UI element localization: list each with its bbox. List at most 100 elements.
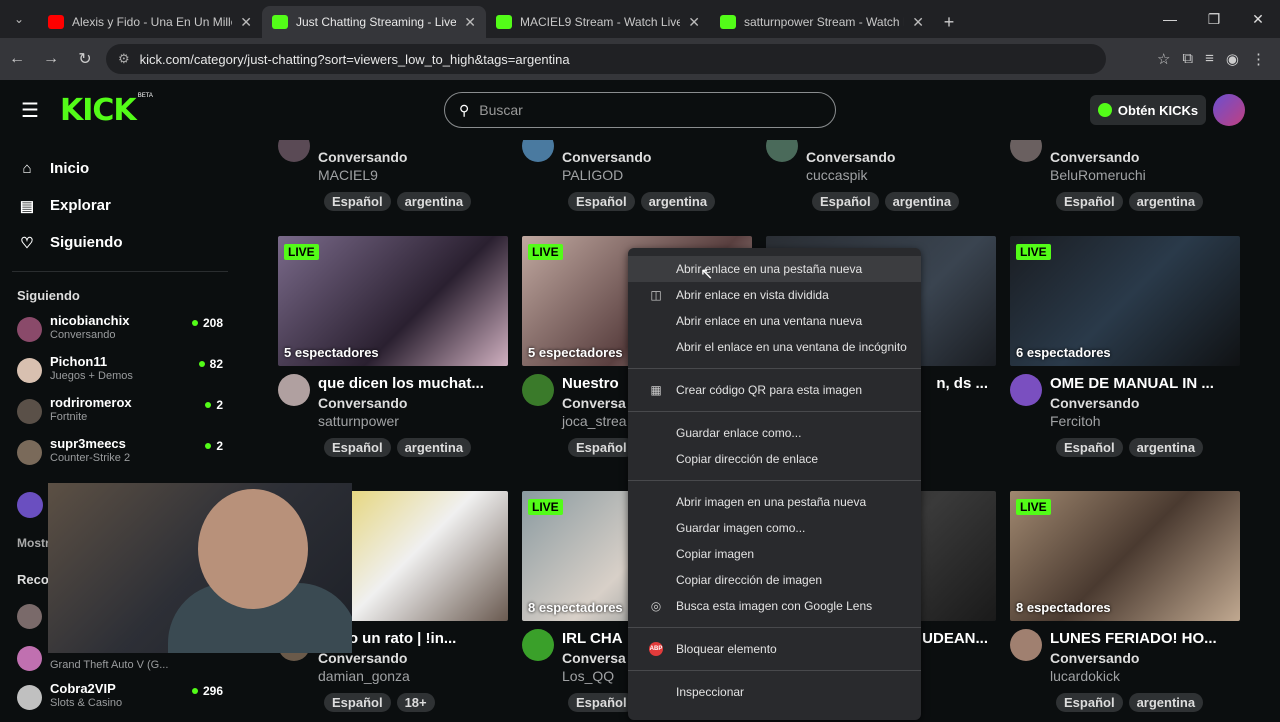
stream-thumbnail[interactable]: LIVE 8 espectadores	[1010, 491, 1240, 621]
stream-category[interactable]: Conversando	[1050, 649, 1242, 667]
avatar[interactable]	[17, 492, 43, 518]
streamer-name[interactable]: Fercitoh	[1050, 412, 1242, 430]
following-channel[interactable]: Pichon11 Juegos + Demos 82	[0, 354, 240, 395]
browser-tab[interactable]: MACIEL9 Stream - Watch Live o ✕	[486, 6, 710, 38]
new-tab-button[interactable]: +	[934, 6, 964, 38]
tag[interactable]: Español	[568, 692, 635, 712]
following-channel[interactable]: supr3meecs Counter-Strike 2 2	[0, 436, 240, 477]
streamer-name[interactable]: PALIGOD	[562, 166, 754, 184]
profile-icon[interactable]: ◉	[1226, 50, 1239, 68]
streamer-name[interactable]: lucardokick	[1050, 667, 1242, 685]
menu-item-block-element[interactable]: ABP Bloquear elemento	[628, 636, 921, 662]
minimize-icon[interactable]: —	[1148, 0, 1192, 38]
menu-item-copy-link[interactable]: Copiar dirección de enlace	[628, 446, 921, 472]
stream-card[interactable]: Conversando MACIEL9 Español argentina	[278, 140, 510, 212]
tag[interactable]: Español	[812, 192, 879, 212]
menu-item-google-lens[interactable]: ◎ Busca esta imagen con Google Lens	[628, 593, 921, 619]
browser-tab[interactable]: satturnpower Stream - Watch L ✕	[710, 6, 934, 38]
tab-search-icon[interactable]: ⌄	[0, 0, 38, 38]
user-avatar[interactable]	[1213, 94, 1245, 126]
stream-category[interactable]: Conversando	[1050, 148, 1242, 166]
tag[interactable]: Español	[1056, 192, 1123, 212]
streamer-name[interactable]: damian_gonza	[318, 667, 510, 685]
menu-item-open-image-tab[interactable]: Abrir imagen en una pestaña nueva	[628, 489, 921, 515]
back-icon[interactable]: ←	[0, 50, 34, 68]
reload-icon[interactable]: ↻	[68, 49, 102, 69]
streamer-name[interactable]: MACIEL9	[318, 166, 510, 184]
sidebar-item-explorar[interactable]: ▤ Explorar	[0, 187, 240, 224]
sidebar-item-inicio[interactable]: ⌂ Inicio	[0, 150, 240, 187]
menu-item-open-new-tab[interactable]: Abrir enlace en una pestaña nueva	[628, 256, 921, 282]
tag[interactable]: Español	[568, 192, 635, 212]
tag[interactable]: argentina	[1128, 437, 1204, 457]
close-tab-icon[interactable]: ✕	[240, 14, 252, 31]
stream-card[interactable]: LIVE 8 espectadores LUNES FERIADO! HO...…	[1010, 491, 1242, 712]
kick-logo[interactable]: KICK BETA	[60, 93, 153, 128]
close-window-icon[interactable]: ✕	[1236, 0, 1280, 38]
restore-icon[interactable]: ❐	[1192, 0, 1236, 38]
avatar[interactable]	[522, 629, 554, 661]
tag[interactable]: argentina	[640, 192, 716, 212]
stream-card[interactable]: Conversando cuccaspik Español argentina	[766, 140, 998, 212]
tag[interactable]: Español	[324, 192, 391, 212]
streamer-name[interactable]: satturnpower	[318, 412, 510, 430]
stream-card[interactable]: LIVE 5 espectadores que dicen los muchat…	[278, 236, 510, 457]
stream-card[interactable]: Conversando PALIGOD Español argentina	[522, 140, 754, 212]
stream-category[interactable]: Conversando	[1050, 394, 1242, 412]
avatar[interactable]	[1010, 629, 1042, 661]
get-kicks-button[interactable]: Obtén KICKs	[1090, 95, 1206, 125]
menu-item-open-new-window[interactable]: Abrir enlace en una ventana nueva	[628, 308, 921, 334]
tag[interactable]: argentina	[396, 437, 472, 457]
address-bar[interactable]: ⚙ kick.com/category/just-chatting?sort=v…	[106, 44, 1106, 74]
tag[interactable]: Español	[1056, 692, 1123, 712]
menu-item-open-split-view[interactable]: ◫ Abrir enlace en vista dividida	[628, 282, 921, 308]
menu-icon[interactable]: ⋮	[1251, 50, 1266, 68]
tag[interactable]: Español	[568, 437, 635, 457]
stream-card[interactable]: LIVE 6 espectadores OME DE MANUAL IN ...…	[1010, 236, 1242, 457]
menu-item-inspect[interactable]: Inspeccionar	[628, 679, 921, 705]
close-tab-icon[interactable]: ✕	[688, 14, 700, 31]
menu-item-save-image[interactable]: Guardar imagen como...	[628, 515, 921, 541]
stream-thumbnail[interactable]: LIVE 6 espectadores	[1010, 236, 1240, 366]
avatar[interactable]	[522, 374, 554, 406]
site-info-icon[interactable]: ⚙	[118, 51, 130, 67]
stream-thumbnail[interactable]: LIVE 5 espectadores	[278, 236, 508, 366]
stream-title[interactable]: LUNES FERIADO! HO...	[1050, 629, 1242, 649]
bookmark-star-icon[interactable]: ☆	[1157, 50, 1170, 68]
stream-title[interactable]: OME DE MANUAL IN ...	[1050, 374, 1242, 394]
stream-category[interactable]: Conversando	[806, 148, 998, 166]
avatar[interactable]	[1010, 374, 1042, 406]
menu-item-save-link[interactable]: Guardar enlace como...	[628, 420, 921, 446]
tag[interactable]: Español	[324, 692, 391, 712]
sidebar-item-siguiendo[interactable]: ♡ Siguiendo	[0, 224, 240, 261]
forward-icon[interactable]: →	[34, 50, 68, 68]
stream-category[interactable]: Conversando	[562, 148, 754, 166]
following-channel[interactable]: nicobianchix Conversando 208	[0, 313, 240, 354]
stream-card[interactable]: Conversando BeluRomeruchi Español argentin…	[1010, 140, 1242, 212]
following-channel[interactable]: rodriromerox Fortnite 2	[0, 395, 240, 436]
extensions-icon[interactable]: ⧉	[1182, 50, 1193, 68]
menu-item-copy-image-address[interactable]: Copiar dirección de imagen	[628, 567, 921, 593]
tag[interactable]: Español	[1056, 437, 1123, 457]
hamburger-menu-icon[interactable]: ☰	[0, 98, 60, 123]
avatar[interactable]	[17, 604, 42, 629]
streamer-name[interactable]: cuccaspik	[806, 166, 998, 184]
close-tab-icon[interactable]: ✕	[464, 14, 476, 31]
menu-item-copy-image[interactable]: Copiar imagen	[628, 541, 921, 567]
tag[interactable]: argentina	[1128, 692, 1204, 712]
tag[interactable]: argentina	[884, 192, 960, 212]
menu-item-create-qr[interactable]: ▦ Crear código QR para esta imagen	[628, 377, 921, 403]
avatar[interactable]	[17, 646, 42, 671]
media-icon[interactable]: ≡	[1205, 50, 1214, 68]
browser-tab-active[interactable]: Just Chatting Streaming - Live S ✕	[262, 6, 486, 38]
recommended-channel[interactable]: Cobra2VIP Slots & Casino 296	[0, 681, 240, 722]
search-input[interactable]: ⚲ Buscar	[444, 92, 836, 128]
stream-category[interactable]: Conversando	[318, 394, 510, 412]
stream-category[interactable]: Conversando	[318, 148, 510, 166]
avatar[interactable]	[278, 374, 310, 406]
tag[interactable]: argentina	[396, 192, 472, 212]
tag[interactable]: Español	[324, 437, 391, 457]
browser-tab[interactable]: Alexis y Fido - Una En Un Millón ✕	[38, 6, 262, 38]
tag[interactable]: 18+	[396, 692, 435, 712]
menu-item-open-incognito[interactable]: Abrir el enlace en una ventana de incógn…	[628, 334, 921, 360]
